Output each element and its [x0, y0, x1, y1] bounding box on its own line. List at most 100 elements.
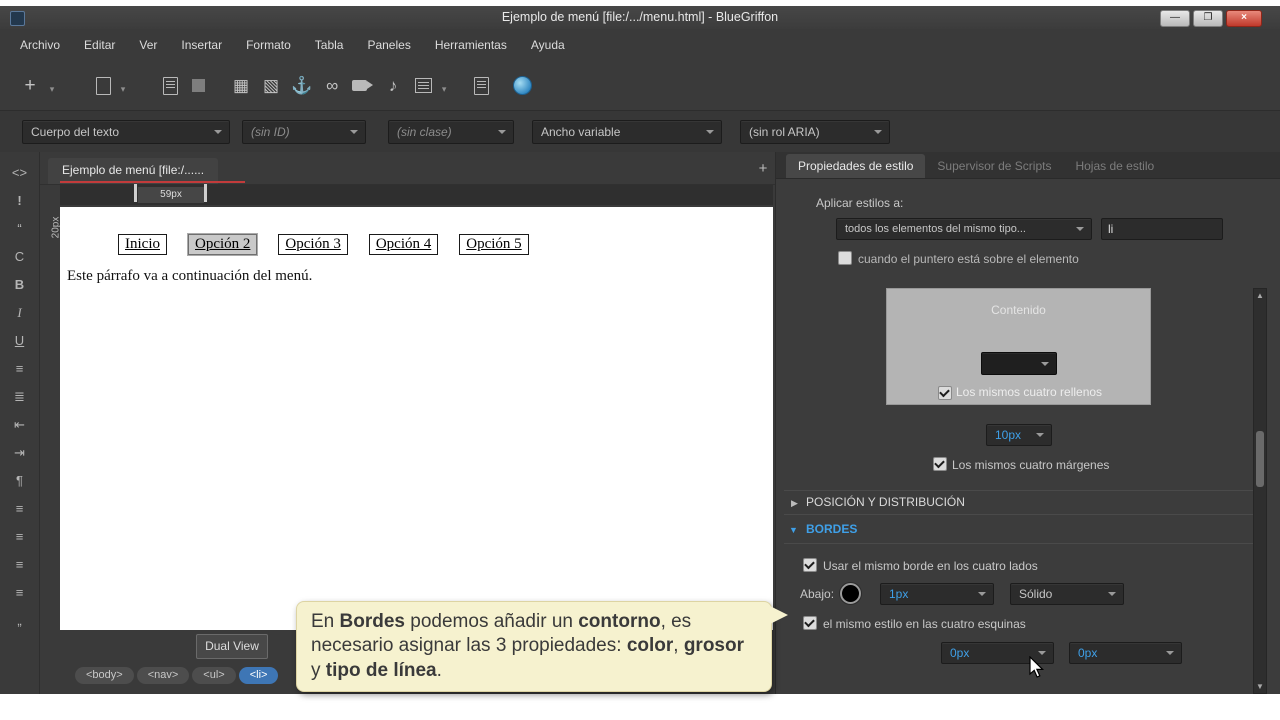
selector-type-value: todos los elementos del mismo tipo...	[845, 223, 1026, 235]
scroll-up-icon[interactable]: ▲	[1255, 291, 1265, 300]
document-canvas[interactable]: Inicio Opción 2 Opción 3 Opción 4 Opción…	[60, 207, 773, 630]
corner-radius-dropdown-b[interactable]: 0px	[1069, 642, 1182, 664]
outdent-icon[interactable]: ⇤	[6, 412, 34, 440]
indent-icon[interactable]: ⇥	[6, 440, 34, 468]
bold-icon[interactable]: B	[6, 272, 34, 300]
align-right-icon[interactable]: ≡	[6, 552, 34, 580]
selector-type-dropdown[interactable]: todos los elementos del mismo tipo...	[836, 218, 1092, 240]
quote-icon[interactable]: “	[6, 216, 34, 244]
source-code-icon[interactable]: <>	[6, 160, 34, 188]
insert-link-icon[interactable]: ∞	[322, 74, 342, 98]
menu-formato[interactable]: Formato	[234, 29, 303, 61]
main-toolbar: + ▾ ▾ ▦ ▧ ⚓ ∞ ♪ ▾	[0, 61, 1280, 111]
menu-archivo[interactable]: Archivo	[8, 29, 72, 61]
nav-item-inicio[interactable]: Inicio	[118, 234, 167, 255]
position-section-collapse-icon[interactable]: ▶	[791, 498, 798, 509]
insert-form-icon[interactable]	[415, 78, 432, 93]
add-element-icon[interactable]: +	[20, 74, 40, 98]
padding-value-dropdown[interactable]	[981, 352, 1057, 375]
tab-supervisor-de-scripts[interactable]: Supervisor de Scripts	[925, 154, 1063, 178]
italic-icon[interactable]: I	[6, 300, 34, 328]
new-tab-button[interactable]: +	[752, 158, 774, 180]
panel-scrollbar[interactable]: ▲ ▼	[1253, 288, 1267, 694]
breadcrumb-ul[interactable]: <ul>	[192, 667, 235, 684]
breadcrumb: <body> <nav> <ul> <li>	[75, 667, 278, 684]
underline-icon[interactable]: U	[6, 328, 34, 356]
insert-video-icon[interactable]	[352, 80, 367, 91]
corner-radius-value-b: 0px	[1078, 646, 1097, 660]
insert-table-icon[interactable]: ▦	[231, 74, 251, 98]
insert-form-caret-icon[interactable]: ▾	[434, 77, 454, 101]
warning-icon[interactable]: !	[6, 188, 34, 216]
breadcrumb-nav[interactable]: <nav>	[137, 667, 190, 684]
nav-item-opcion3[interactable]: Opción 3	[278, 234, 347, 255]
new-document-icon[interactable]	[96, 77, 111, 95]
menu-ver[interactable]: Ver	[127, 29, 169, 61]
justify-icon[interactable]: ≡	[6, 580, 34, 608]
menu-editar[interactable]: Editar	[72, 29, 127, 61]
insert-image-icon[interactable]: ▧	[261, 74, 281, 98]
menu-insertar[interactable]: Insertar	[169, 29, 234, 61]
menu-tabla[interactable]: Tabla	[303, 29, 356, 61]
borders-section-header[interactable]: BORDES	[806, 522, 857, 536]
aria-role-dropdown[interactable]: (sin rol ARIA)	[740, 120, 890, 144]
nav-item-opcion4[interactable]: Opción 4	[369, 234, 438, 255]
selector-input[interactable]	[1101, 218, 1223, 240]
insert-audio-icon[interactable]: ♪	[383, 74, 403, 98]
add-element-caret-icon[interactable]: ▾	[42, 77, 62, 101]
minimize-button[interactable]: —	[1160, 10, 1190, 27]
same-border-checkbox[interactable]	[803, 558, 817, 572]
same-paddings-checkbox[interactable]	[938, 386, 952, 400]
class-dropdown[interactable]: (sin clase)	[388, 120, 514, 144]
open-document-icon[interactable]	[163, 77, 178, 95]
browser-preview-icon[interactable]	[513, 76, 532, 95]
menu-herramientas[interactable]: Herramientas	[423, 29, 519, 61]
margin-value-dropdown[interactable]: 10px	[986, 424, 1052, 446]
bullet-list-icon[interactable]: ≡	[6, 356, 34, 384]
close-button[interactable]: ×	[1226, 10, 1262, 27]
save-document-icon[interactable]	[192, 79, 205, 92]
same-margins-checkbox[interactable]	[933, 457, 947, 471]
new-document-caret-icon[interactable]: ▾	[113, 77, 133, 101]
canvas-paragraph[interactable]: Este párrafo va a continuación del menú.	[67, 268, 312, 285]
code-style-icon[interactable]: C	[6, 244, 34, 272]
tab-hojas-de-estilo[interactable]: Hojas de estilo	[1063, 154, 1166, 178]
tab-propiedades-de-estilo[interactable]: Propiedades de estilo	[786, 154, 925, 178]
align-center-icon[interactable]: ≡	[6, 524, 34, 552]
borders-section-expand-icon[interactable]: ▼	[789, 525, 798, 535]
paragraph-style-dropdown[interactable]: Cuerpo del texto	[22, 120, 230, 144]
breadcrumb-li[interactable]: <li>	[239, 667, 279, 684]
quotes-icon[interactable]: „	[6, 608, 34, 636]
dual-view-button[interactable]: Dual View	[196, 634, 268, 659]
numbered-list-icon[interactable]: ≣	[6, 384, 34, 412]
border-side-label: Abajo:	[800, 587, 834, 601]
id-dropdown[interactable]: (sin ID)	[242, 120, 366, 144]
breadcrumb-body[interactable]: <body>	[75, 667, 134, 684]
scrollbar-thumb[interactable]	[1256, 431, 1264, 487]
print-preview-icon[interactable]	[474, 77, 489, 95]
corner-radius-value-a: 0px	[950, 646, 969, 660]
ruler-handle-left[interactable]	[134, 184, 137, 202]
section-divider	[784, 490, 1266, 491]
ruler-handle-right[interactable]	[204, 184, 207, 202]
same-corners-checkbox[interactable]	[803, 616, 817, 630]
aria-role-value: (sin rol ARIA)	[749, 125, 820, 139]
border-color-swatch[interactable]	[840, 583, 861, 604]
hover-state-checkbox[interactable]	[838, 251, 852, 265]
bottom-margin	[0, 694, 1280, 720]
border-style-dropdown[interactable]: Sólido	[1010, 583, 1124, 605]
align-left-icon[interactable]: ≡	[6, 496, 34, 524]
nav-item-opcion2-selected[interactable]: Opción 2	[188, 234, 257, 255]
menu-paneles[interactable]: Paneles	[355, 29, 422, 61]
app-icon	[10, 11, 25, 26]
insert-anchor-icon[interactable]: ⚓	[291, 74, 312, 98]
position-section-header[interactable]: POSICIÓN Y DISTRIBUCIÓN	[806, 495, 965, 509]
scroll-down-icon[interactable]: ▼	[1255, 682, 1265, 691]
paragraph-mark-icon[interactable]: ¶	[6, 468, 34, 496]
border-width-dropdown[interactable]: 1px	[880, 583, 994, 605]
nav-item-opcion5[interactable]: Opción 5	[459, 234, 528, 255]
menu-ayuda[interactable]: Ayuda	[519, 29, 577, 61]
width-mode-dropdown[interactable]: Ancho variable	[532, 120, 722, 144]
width-mode-value: Ancho variable	[541, 125, 620, 139]
maximize-button[interactable]: ❐	[1193, 10, 1223, 27]
